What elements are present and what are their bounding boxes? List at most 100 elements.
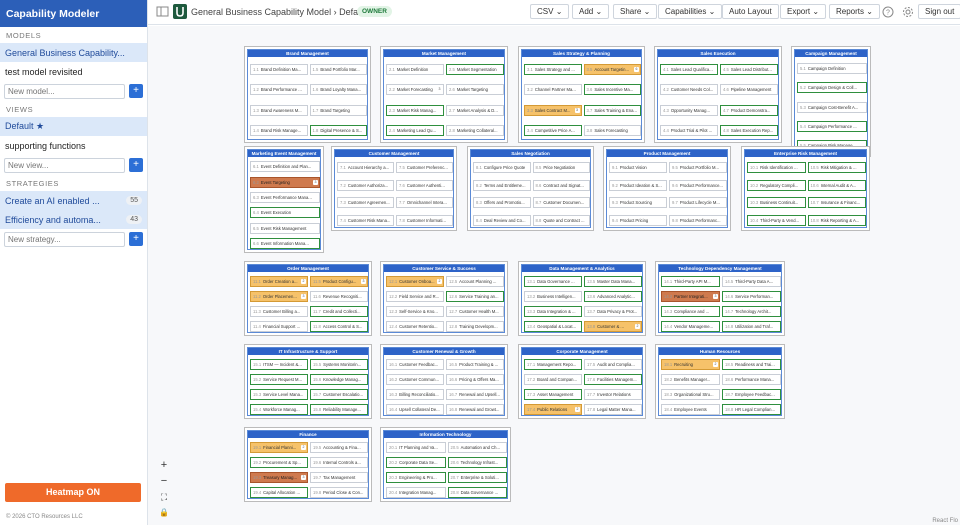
capability-box[interactable]: 9.5 Product Portfolio M... [669, 162, 727, 174]
capability-box[interactable]: 19.8 Period Close & Con... [310, 487, 368, 498]
capability-box[interactable]: 18.4 Employee Events [661, 404, 720, 415]
capability-box[interactable]: 10.4 Third-Party & Vend... [747, 214, 806, 226]
capability-box[interactable]: 15.2 Service Request M... [250, 374, 308, 385]
capability-box[interactable]: 20.7 Enterprise & Soluti... [447, 472, 507, 483]
capability-box[interactable]: 19.4 Capital Allocation ... [250, 487, 308, 498]
capability-box[interactable]: 17.7 Investor Relations [584, 389, 642, 400]
capability-box[interactable]: 2.7 Market Analysis & D... [446, 104, 504, 116]
domain-card[interactable]: Customer Service & Success 12.1 Customer O… [380, 261, 508, 336]
capability-box[interactable]: 12.8 Training Developm... [446, 321, 504, 332]
capability-box[interactable]: 10.7 Insurance & Financ... [807, 197, 866, 209]
sign-out-button[interactable]: Sign out [918, 4, 960, 19]
capability-box[interactable]: 1.1 Brand Definition Ma... [250, 63, 308, 75]
domain-card[interactable]: Order Management 11.1 Order Creation a... 2… [244, 261, 372, 336]
capability-box[interactable]: 15.3 Service Level Mana... [250, 389, 308, 400]
capability-box[interactable]: 8.5 Price Negotiation [532, 162, 590, 174]
domain-card[interactable]: Human Resources 18.1 Recruiting 2 18.5 Readin… [655, 344, 785, 419]
capability-box[interactable]: 14.5 Third-Party Data A... [722, 276, 781, 287]
capability-box[interactable]: 20.5 Automation and Ch... [447, 442, 507, 453]
capability-box[interactable]: 9.3 Product Sourcing [609, 197, 667, 209]
capability-box[interactable]: 3.4 Competitive Price A... [524, 125, 582, 137]
capability-box[interactable]: 9.8 Product Performanc... [669, 214, 727, 226]
capability-box[interactable]: 1.2 Brand Performance ... [250, 84, 308, 96]
capability-box[interactable]: 20.4 Integration Manag... [386, 487, 446, 498]
capability-box[interactable]: 18.8 HR Legal Complian... [722, 404, 781, 415]
capability-box[interactable]: 8.6 Contract and Signat... [532, 179, 590, 191]
domain-card[interactable]: Sales Strategy & Planning 3.1 Sales Strate… [518, 46, 645, 143]
capability-box[interactable]: 6.4 Event Execution [250, 207, 320, 219]
capability-box[interactable]: 4.2 Customer Needs Col... [660, 84, 718, 96]
view-item[interactable]: supporting functions [0, 136, 147, 155]
capability-box[interactable]: 17.5 Audit and Complia... [584, 359, 642, 370]
capability-box[interactable]: 7.3 Customer Agreemen... [337, 197, 394, 209]
view-item[interactable]: Default ★ [0, 117, 147, 136]
capability-box[interactable]: 11.7 Credit and Collecti... [310, 306, 368, 317]
capability-box[interactable]: 12.5 Account Planning ... [446, 276, 504, 287]
capability-box[interactable]: 11.5 Product Configu... 3 [310, 276, 368, 287]
capability-box[interactable]: 10.5 Risk Mitigation & ... [807, 162, 866, 174]
capability-box[interactable]: 19.5 Accounting & Fina... [310, 442, 368, 453]
new-strategy-input[interactable] [4, 231, 125, 247]
capability-box[interactable]: 6.6 Event Information Mana... [250, 237, 320, 249]
capability-box[interactable]: 9.7 Product Lifecycle M... [669, 197, 727, 209]
domain-card[interactable]: Marketing Event Management 6.1 Event Defin… [244, 146, 324, 253]
capability-box[interactable]: 16.2 Customer Commun... [386, 374, 444, 385]
add-strategy-button[interactable]: + [129, 232, 143, 246]
capability-box[interactable]: 16.3 Billing Reconciliatio... [386, 389, 444, 400]
capability-box[interactable]: 5.3 Campaign Cost-Benefit A... [797, 101, 867, 113]
capability-box[interactable]: 13.4 Geospatial & Locat... [524, 321, 582, 332]
capability-box[interactable]: 3.1 Sales Strategy and ... [524, 63, 582, 75]
capability-box[interactable]: 3.7 Sales Training & Ena... [583, 104, 641, 116]
gear-icon[interactable] [902, 6, 914, 18]
zoom-in-icon[interactable]: + [157, 458, 171, 472]
reports-button[interactable]: Reports ⌄ [829, 4, 880, 19]
capability-box[interactable]: 15.7 Customer Escalatio... [310, 389, 368, 400]
capabilities-button[interactable]: Capabilities ⌄ [658, 4, 723, 19]
capability-box[interactable]: 15.1 ITSM — Incident &... [250, 359, 308, 370]
capability-box[interactable]: 9.4 Product Pricing [609, 214, 667, 226]
capability-box[interactable]: 9.2 Product Ideation & S... [609, 179, 667, 191]
capability-box[interactable]: 10.6 Internal Audit & A... [807, 179, 866, 191]
zoom-out-icon[interactable]: − [157, 474, 171, 488]
capability-box[interactable]: 17.4 Public Relations 2 [524, 404, 582, 415]
auto-layout-button[interactable]: Auto Layout [722, 4, 779, 19]
capability-box[interactable]: 8.8 Quote and Contract ... [532, 214, 590, 226]
capability-box[interactable]: 11.8 Access Control & S... [310, 321, 368, 332]
capability-box[interactable]: 13.8 Customer & ... 2 [584, 321, 642, 332]
capability-box[interactable]: 14.6 Service Performan... [722, 291, 781, 302]
export-button[interactable]: Export ⌄ [780, 4, 827, 19]
capability-box[interactable]: 4.8 Sales Execution Rep... [720, 125, 778, 137]
fit-view-icon[interactable]: ⛶ [157, 490, 171, 504]
capability-box[interactable]: 18.2 Benefits Manager... [661, 374, 720, 385]
capability-box[interactable]: 20.6 Technology Infrast... [447, 457, 507, 468]
capability-box[interactable]: 9.1 Product Vision [609, 162, 667, 174]
capability-box[interactable]: 13.1 Data Governance ... [524, 276, 582, 287]
capability-box[interactable]: 20.2 Corporate Data Se... [386, 457, 446, 468]
domain-card[interactable]: Sales Execution 4.1 Sales Lead Qualifica..… [654, 46, 782, 143]
capability-box[interactable]: 2.3 Market Risk Manag... [386, 104, 444, 116]
capability-box[interactable]: 1.8 Digital Presence & S... [309, 125, 367, 137]
capability-box[interactable]: 19.2 Procurement & Sp... [250, 457, 308, 468]
csv-button[interactable]: CSV ⌄ [530, 4, 570, 19]
capability-box[interactable]: 16.5 Product Training & ... [446, 359, 504, 370]
react-flow-attribution[interactable]: React Flo [932, 518, 958, 524]
capability-box[interactable]: 18.3 Organizational Stru... [661, 389, 720, 400]
strategy-item[interactable]: Create an AI enabled ... 55 [0, 191, 147, 210]
capability-box[interactable]: 2.5 Market Segmentation [446, 63, 504, 75]
capability-box[interactable]: 18.7 Employee Feedbac... [722, 389, 781, 400]
capability-box[interactable]: 19.1 Financial Planni... 2 [250, 442, 308, 453]
capability-box[interactable]: 12.3 Self-Service & Kno... [386, 306, 444, 317]
capability-box[interactable]: 7.1 Account Hierarchy a... [337, 162, 394, 174]
add-button[interactable]: Add ⌄ [572, 4, 610, 19]
capability-box[interactable]: 17.8 Legal Matter Mana... [584, 404, 642, 415]
capability-box[interactable]: 16.7 Renewal and Upsell... [446, 389, 504, 400]
sidebar-toggle-icon[interactable] [156, 5, 169, 18]
capability-box[interactable]: 1.6 Brand Loyalty Mana... [309, 84, 367, 96]
capability-box[interactable]: 7.4 Customer Risk Mana... [337, 214, 394, 226]
add-view-button[interactable]: + [129, 158, 143, 172]
capability-box[interactable]: 12.1 Customer Onboa... 2 [386, 276, 444, 287]
capability-box[interactable]: 11.1 Order Creation a... 2 [250, 276, 308, 287]
capability-box[interactable]: 8.4 Deal Review and Co... [473, 214, 531, 226]
domain-card[interactable]: Product Management 9.1 Product Vision 9.5 Pr… [603, 146, 731, 231]
domain-card[interactable]: Finance 19.1 Financial Planni... 2 19.5 Accou… [244, 427, 372, 502]
